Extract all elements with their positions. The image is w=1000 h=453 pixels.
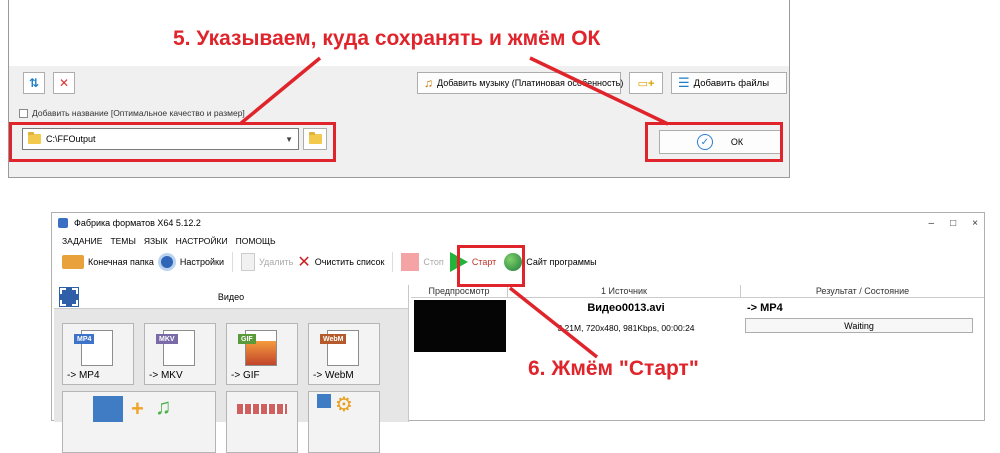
tile-badge: GIF [238, 334, 256, 344]
gear-icon: ⚙ [335, 394, 353, 416]
category-label: Видео [217, 291, 245, 302]
close-button[interactable]: × [972, 218, 978, 229]
tile-webm[interactable]: WebM -> WebM [308, 323, 380, 385]
step6-caption: 6. Жмём "Старт" [528, 357, 699, 380]
menu-language[interactable]: ЯЗЫК [144, 236, 168, 246]
settings-icon [157, 253, 176, 271]
webm-file-icon: WebM [320, 330, 359, 366]
tools-icon [317, 394, 331, 408]
plus-icon: + [131, 396, 144, 421]
window-title: Фабрика форматов X64 5.12.2 [74, 218, 201, 228]
remove-label: Удалить [259, 257, 294, 267]
tile-tools[interactable]: ⚙ [308, 391, 380, 453]
clear-list-label: Очистить список [314, 257, 385, 267]
maximize-button[interactable]: □ [950, 218, 956, 229]
col-source[interactable]: 1 Источник [508, 285, 741, 297]
task-list: Предпросмотр 1 Источник Результат / Сост… [411, 285, 984, 422]
format-panel: Видео MP4 -> MP4 MKV -> MKV GIF -> GIF W… [54, 285, 409, 453]
mp4-file-icon: MP4 [74, 330, 113, 366]
output-folder-icon [62, 255, 84, 269]
tile-label: -> MP4 [67, 370, 100, 381]
clear-list-icon: ✕ [297, 254, 311, 271]
source-info: 3.21M, 720x480, 981Kbps, 00:00:24 [557, 323, 695, 333]
gif-file-icon: GIF [238, 330, 277, 366]
output-folder-button[interactable]: Конечная папка [62, 255, 154, 269]
app-icon [58, 218, 68, 228]
film-strip-icon [237, 404, 287, 414]
tile-badge: MKV [156, 334, 178, 344]
title-bar: Фабрика форматов X64 5.12.2 – □ × [52, 213, 984, 233]
tile-mkv[interactable]: MKV -> MKV [144, 323, 216, 385]
music-note-icon: ♫ [155, 394, 172, 419]
add-name-label: Добавить название [Оптимальное качество … [32, 108, 245, 118]
menu-task[interactable]: ЗАДАНИЕ [62, 236, 102, 246]
tile-gif[interactable]: GIF -> GIF [226, 323, 298, 385]
minimize-button[interactable]: – [929, 218, 935, 229]
add-name-option[interactable]: Добавить название [Оптимальное качество … [19, 108, 245, 118]
sort-button[interactable]: ⇅ [23, 72, 45, 94]
progress-status: Waiting [745, 318, 973, 333]
stop-icon [401, 253, 420, 271]
delete-file-button[interactable]: ✕ [53, 72, 75, 94]
toolbar-divider [392, 252, 394, 272]
clear-list-button[interactable]: ✕ Очистить список [297, 252, 384, 272]
sort-icon: ⇅ [28, 76, 40, 90]
video-thumbnail [414, 300, 506, 352]
tile-label: -> GIF [231, 370, 260, 381]
music-icon: ♫ [424, 76, 433, 90]
remove-icon [241, 253, 255, 271]
status-label: Waiting [844, 320, 874, 331]
settings-label: Настройки [179, 257, 224, 267]
toolbar-divider [232, 252, 233, 272]
add-name-checkbox[interactable] [19, 108, 28, 118]
add-music-button[interactable]: ♫ Добавить музыку (Платиновая особенност… [417, 72, 624, 94]
source-filename: Видео0013.avi [587, 302, 665, 314]
col-result[interactable]: Результат / Состояние [741, 285, 984, 297]
tile-mp4[interactable]: MP4 -> MP4 [62, 323, 134, 385]
delete-icon: ✕ [58, 76, 70, 90]
step5-caption: 5. Указываем, куда сохранять и жмём ОК [173, 27, 601, 50]
highlight-start-button [457, 245, 525, 287]
remove-button[interactable]: Удалить [241, 253, 293, 271]
tile-crop[interactable] [226, 391, 298, 453]
website-label: Сайт программы [526, 257, 597, 267]
highlight-ok-button [645, 122, 783, 162]
stop-label: Стоп [423, 257, 444, 267]
add-music-label: Добавить музыку (Платиновая особенность) [437, 78, 624, 88]
mkv-file-icon: MKV [156, 330, 195, 366]
tile-badge: MP4 [74, 334, 95, 344]
format-factory-window: Фабрика форматов X64 5.12.2 – □ × ЗАДАНИ… [51, 212, 985, 453]
folder-plus-icon: ▭+ [637, 77, 655, 90]
menu-themes[interactable]: ТЕМЫ [110, 236, 135, 246]
target-format: -> MP4 [747, 302, 783, 314]
stop-button[interactable]: Стоп [401, 253, 444, 271]
tile-label: -> WebM [313, 370, 354, 381]
category-header[interactable]: Видео [54, 285, 408, 309]
settings-button[interactable]: Настройки [157, 253, 224, 271]
menu-help[interactable]: ПОМОЩЬ [236, 236, 276, 246]
output-folder-label: Конечная папка [88, 257, 154, 267]
add-file-button[interactable]: ☰ Добавить файлы [671, 72, 787, 94]
tile-joiner[interactable]: + ♫ [62, 391, 216, 453]
video-joiner-icon [93, 396, 123, 422]
tile-label: -> MKV [149, 370, 183, 381]
highlight-output-path [9, 122, 336, 162]
add-folder-button[interactable]: ▭+ [629, 72, 663, 94]
menu-settings[interactable]: НАСТРОЙКИ [176, 236, 228, 246]
add-file-label: Добавить файлы [693, 77, 770, 89]
tile-badge: WebM [320, 334, 347, 344]
add-file-icon: ☰ [678, 75, 690, 90]
